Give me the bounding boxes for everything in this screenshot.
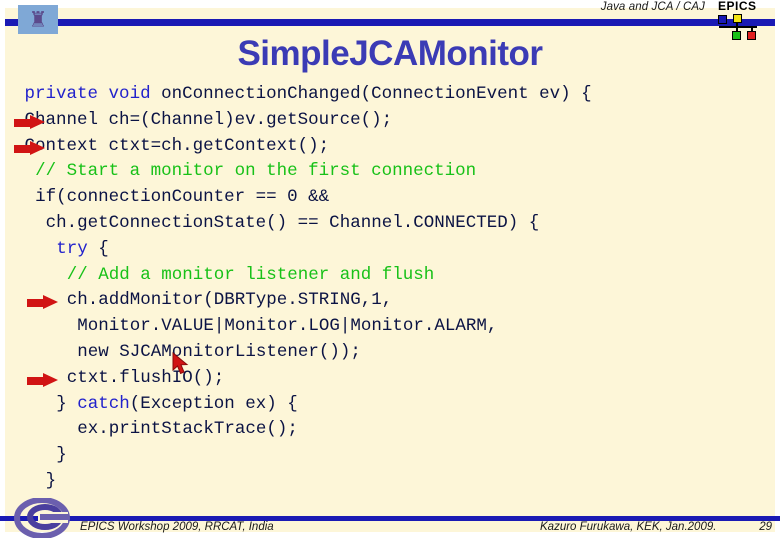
code-line: // Start a monitor on the first connecti… — [14, 159, 766, 185]
code-line: if(connectionCounter == 0 && — [14, 185, 766, 211]
code-line: Context ctxt=ch.getContext(); — [14, 134, 766, 160]
code-segment: onConnectionChanged(ConnectionEvent ev) … — [161, 84, 592, 104]
code-line-text: // Start a monitor on the first connecti… — [14, 161, 476, 181]
code-line-text: ctxt.flushIO(); — [14, 367, 225, 388]
code-segment: } — [45, 470, 57, 491]
code-line: ctxt.flushIO(); — [14, 366, 766, 392]
crest-icon: ♜ — [28, 8, 48, 31]
code-segment: catch — [77, 393, 130, 414]
code-line-text: } — [14, 470, 57, 491]
code-segment: try — [56, 238, 99, 259]
code-line-text: try { — [14, 239, 109, 259]
code-block: private void onConnectionChanged(Connect… — [14, 82, 766, 495]
code-segment: ctxt.flushIO(); — [66, 367, 225, 388]
epics-swirl-logo-icon — [14, 498, 70, 538]
code-segment: Context ctxt=ch.getContext(); — [24, 135, 330, 156]
code-line-text: ch.addMonitor(DBRType.STRING,1, — [14, 290, 393, 311]
code-segment: Channel ch=(Channel)ev.getSource(); — [24, 109, 393, 130]
code-line: // Add a monitor listener and flush — [14, 263, 766, 289]
code-line-text: if(connectionCounter == 0 && — [14, 187, 329, 207]
code-segment: new SJCAMonitorListener()); — [77, 341, 361, 362]
institution-crest-badge: ♜ — [18, 5, 58, 34]
code-line-text: // Add a monitor listener and flush — [14, 264, 435, 285]
code-segment: ex.printStackTrace(); — [77, 419, 298, 440]
code-line-text: private void onConnectionChanged(Connect… — [14, 84, 592, 104]
code-line-text: } — [14, 445, 67, 465]
code-line: Channel ch=(Channel)ev.getSource(); — [14, 108, 766, 134]
code-line-text: Channel ch=(Channel)ev.getSource(); — [14, 109, 393, 130]
code-segment: // Add a monitor listener and flush — [66, 264, 435, 285]
code-segment: if(connectionCounter == 0 && — [35, 187, 330, 208]
code-line: } catch(Exception ex) { — [14, 392, 766, 418]
code-line-text: ex.printStackTrace(); — [14, 419, 298, 439]
epics-logo-square-blue — [718, 15, 727, 24]
slide: ♜ Java and JCA / CAJ EPICS SimpleJCAMoni… — [0, 0, 780, 540]
code-segment: } — [56, 393, 78, 414]
code-line: ch.addMonitor(DBRType.STRING,1, — [14, 288, 766, 314]
code-line: ch.getConnectionState() == Channel.CONNE… — [14, 211, 766, 237]
code-segment: (Exception ex) { — [129, 393, 298, 414]
code-line: } — [14, 469, 766, 495]
code-segment: Monitor.VALUE|Monitor.LOG|Monitor.ALARM, — [77, 316, 498, 337]
mouse-cursor-icon — [172, 352, 189, 375]
slide-title: SimpleJCAMonitor — [237, 34, 543, 73]
header-subtitle: Java and JCA / CAJ — [600, 1, 705, 13]
code-segment: private void — [24, 84, 162, 104]
epics-logo-label: EPICS — [718, 0, 757, 13]
code-segment: // Start a monitor on the first connecti… — [35, 161, 477, 182]
page-number: 29 — [759, 521, 772, 533]
code-line: private void onConnectionChanged(Connect… — [14, 82, 766, 108]
code-segment: ch.addMonitor(DBRType.STRING,1, — [66, 290, 393, 311]
code-line: Monitor.VALUE|Monitor.LOG|Monitor.ALARM, — [14, 314, 766, 340]
code-line: } — [14, 443, 766, 469]
code-line-text: Context ctxt=ch.getContext(); — [14, 135, 330, 156]
code-segment: } — [56, 445, 67, 466]
code-line: ex.printStackTrace(); — [14, 417, 766, 443]
epics-logo-square-yellow — [733, 14, 742, 23]
code-segment: ch.getConnectionState() == Channel.CONNE… — [45, 212, 540, 233]
code-line: try { — [14, 237, 766, 263]
code-line-text: ch.getConnectionState() == Channel.CONNE… — [14, 212, 540, 233]
footer-event-text: EPICS Workshop 2009, RRCAT, India — [80, 521, 274, 533]
footer-author-text: Kazuro Furukawa, KEK, Jan.2009. — [540, 521, 717, 533]
code-line-text: } catch(Exception ex) { — [14, 394, 298, 414]
header-divider — [5, 19, 775, 26]
code-line: new SJCAMonitorListener()); — [14, 340, 766, 366]
code-segment: { — [98, 238, 109, 259]
code-line-text: Monitor.VALUE|Monitor.LOG|Monitor.ALARM, — [14, 316, 497, 336]
